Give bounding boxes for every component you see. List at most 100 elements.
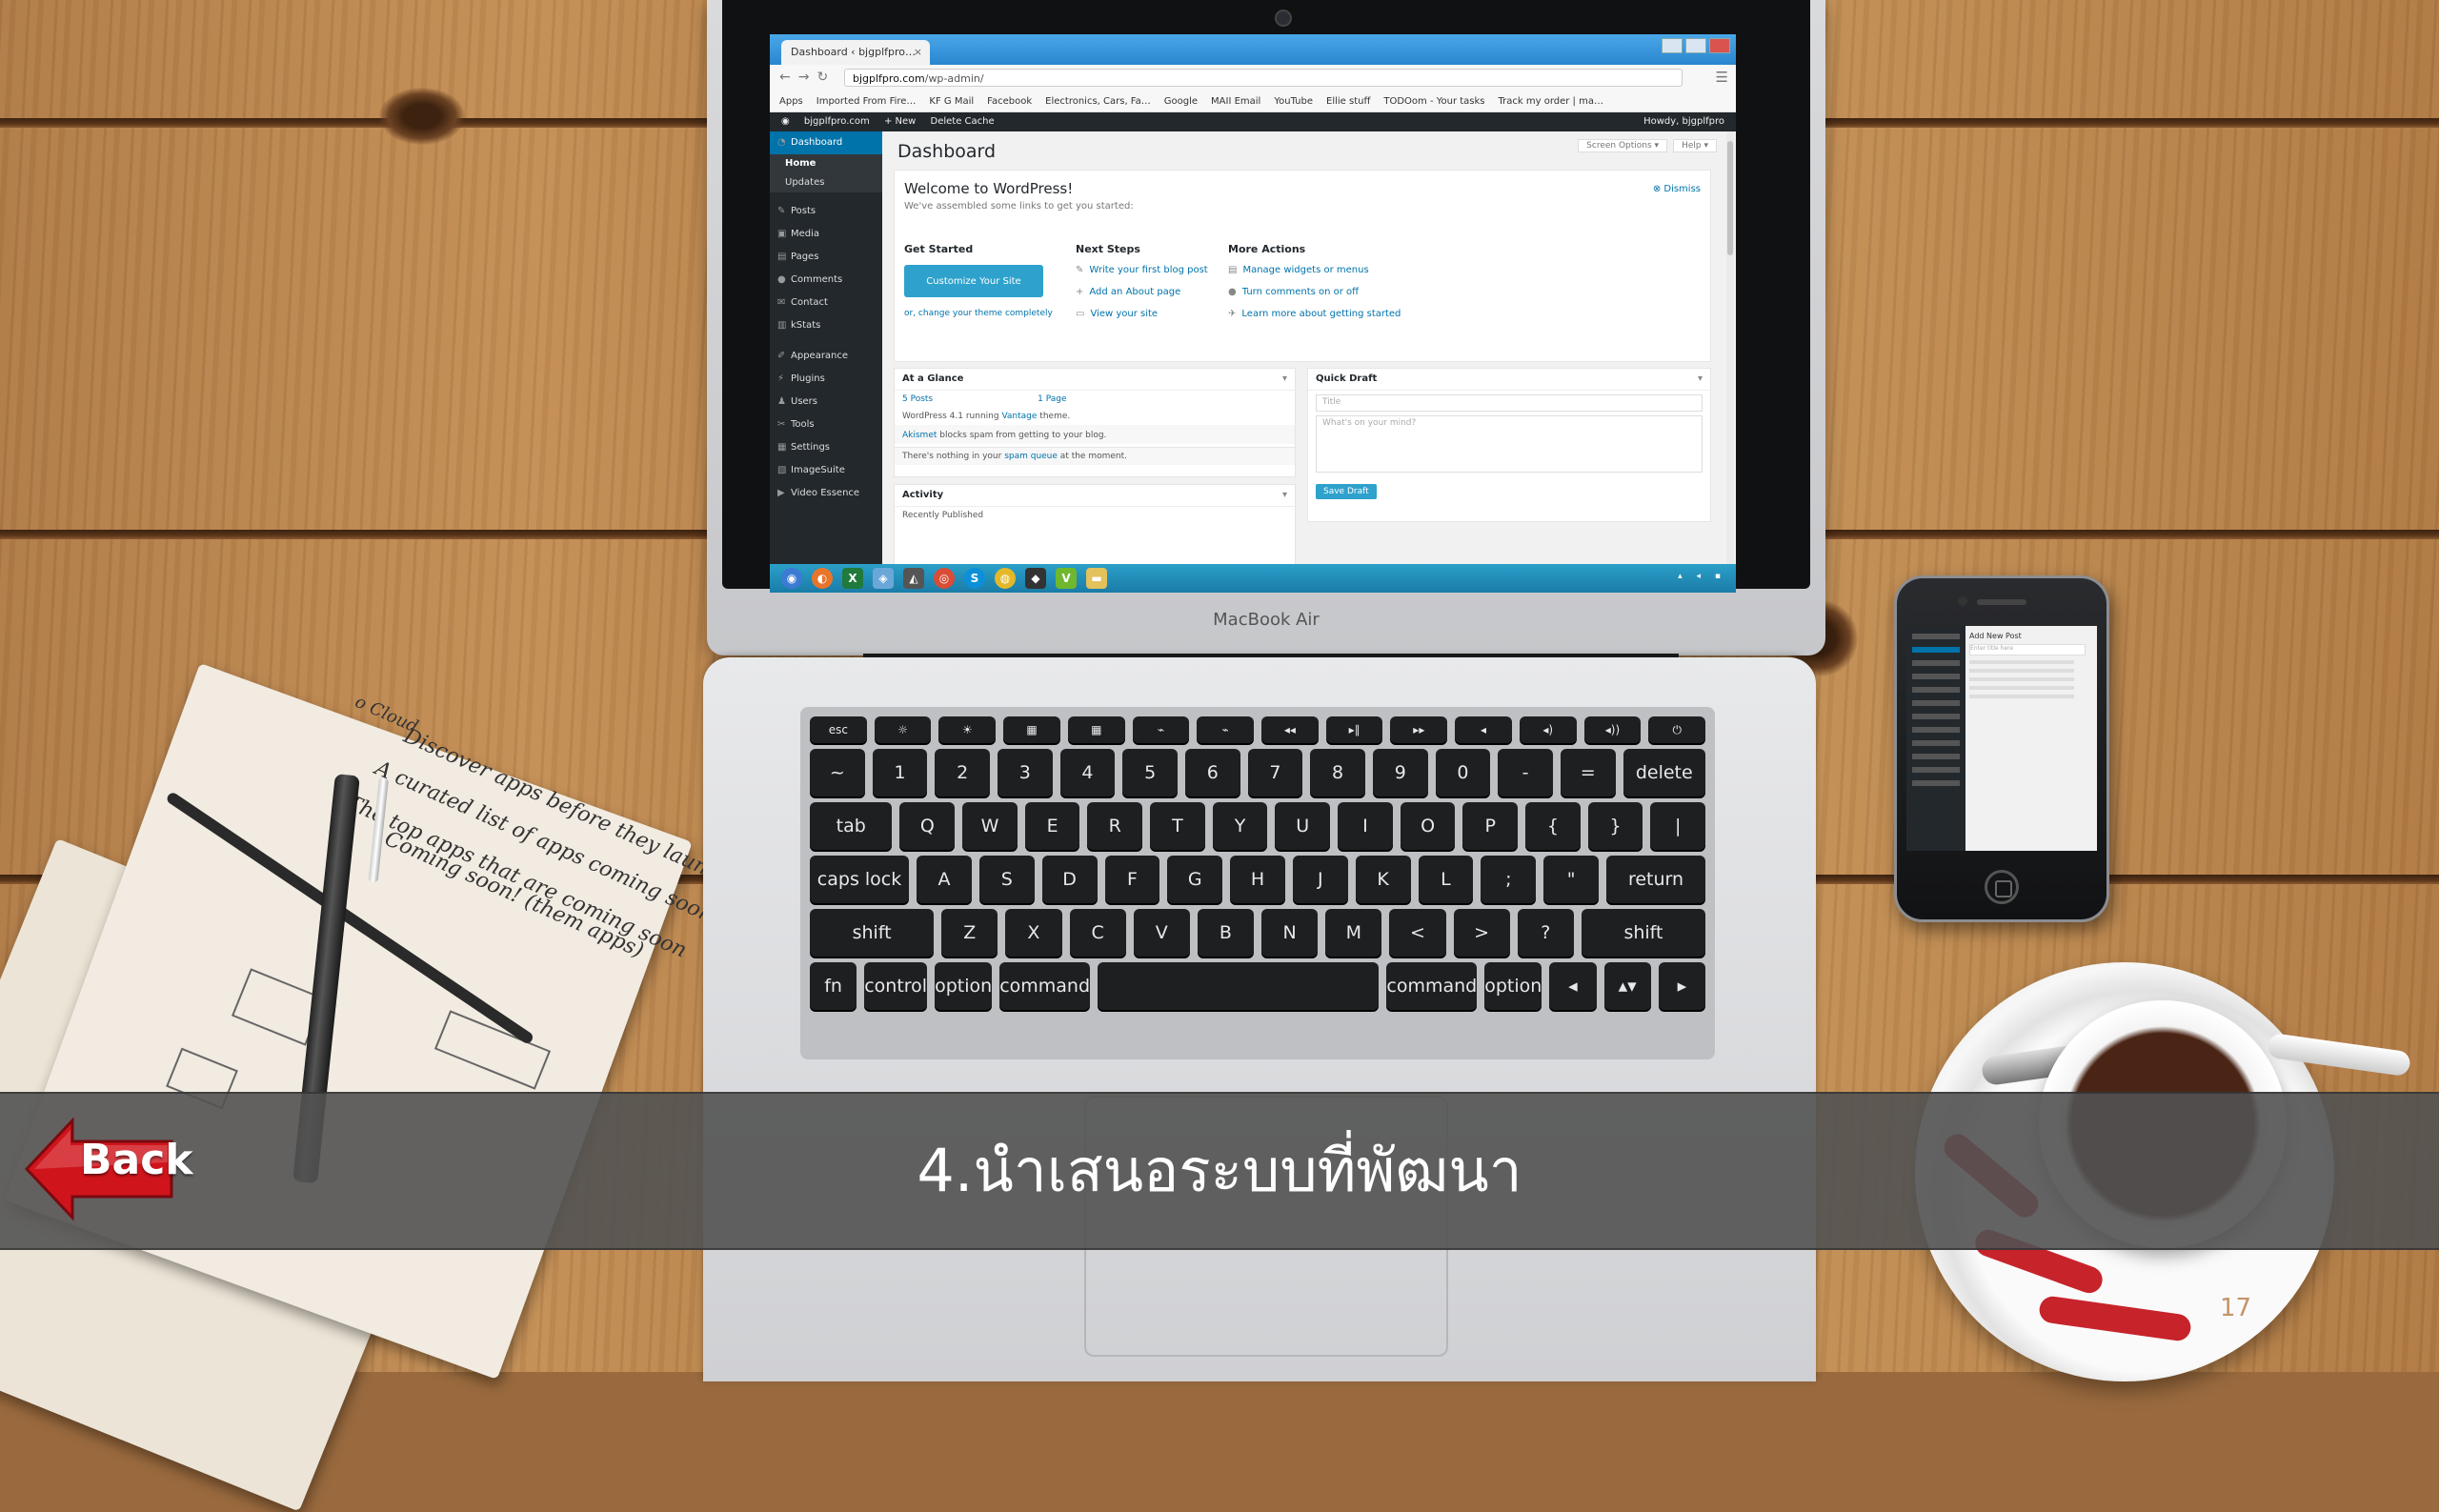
close-window-button[interactable] xyxy=(1709,38,1730,53)
sidebar-item-video-essence[interactable]: ▶ Video Essence xyxy=(770,482,882,505)
sidebar-subitem-home[interactable]: Home xyxy=(770,154,882,173)
sidebar-item-settings[interactable]: ▦ Settings xyxy=(770,436,882,459)
bookmark-item[interactable]: Track my order | ma… xyxy=(1499,96,1603,107)
sidebar-item-contact[interactable]: ✉ Contact xyxy=(770,292,882,314)
sidebar-item-kstats[interactable]: ▥ kStats xyxy=(770,314,882,337)
caret-down-icon[interactable]: ▾ xyxy=(1698,369,1703,390)
minimize-button[interactable] xyxy=(1662,38,1683,53)
toggle-comments-link[interactable]: ● Turn comments on or off xyxy=(1228,287,1401,297)
back-button[interactable]: Back xyxy=(23,1115,193,1223)
draft-body-textarea[interactable]: What's on your mind? xyxy=(1316,415,1703,473)
phone-heading: Add New Post xyxy=(1969,632,2022,640)
chrome-icon[interactable]: ◎ xyxy=(934,568,955,589)
at-a-glance-widget: At a Glance ▾ 5 Posts 1 Page WordPress 4.1… xyxy=(894,368,1296,448)
sidebar-item-comments[interactable]: ● Comments xyxy=(770,269,882,292)
write-post-link[interactable]: ✎ Write your first blog post xyxy=(1076,265,1208,275)
widget-header[interactable]: Quick Draft ▾ xyxy=(1308,369,1710,391)
app-icon[interactable]: ◆ xyxy=(1025,568,1046,589)
sidebar-item-pages[interactable]: ▤ Pages xyxy=(770,246,882,269)
caret-down-icon[interactable]: ▾ xyxy=(1282,485,1287,506)
network-icon[interactable]: ◈ xyxy=(873,568,894,589)
maximize-button[interactable] xyxy=(1685,38,1706,53)
laptop-base: esc ☼ ☀ ▦ ▦ ⌁ ⌁ ◂◂ ▸∥ ▸▸ ◂ ◂) ◂)) ⏻ ~1 2 3 4 5 6 7 8 9 0- = dele… xyxy=(703,657,1816,1381)
help-button[interactable]: Help ▾ xyxy=(1673,139,1717,152)
sidebar-item-media[interactable]: ▣ Media xyxy=(770,223,882,246)
tray-icons: ▴ ◂ ▪ xyxy=(1678,572,1726,581)
key: C xyxy=(1069,909,1126,957)
wood-knot xyxy=(379,88,465,145)
sidebar-item-tools[interactable]: ✂ Tools xyxy=(770,413,882,436)
scrollbar-thumb[interactable] xyxy=(1727,141,1733,255)
caret-down-icon[interactable]: ▾ xyxy=(1282,369,1287,390)
bookmark-item[interactable]: Imported From Fire… xyxy=(816,96,917,107)
back-arrow-icon[interactable]: ← xyxy=(779,70,798,85)
vlc-icon[interactable]: V xyxy=(1056,568,1077,589)
screen-options-button[interactable]: Screen Options ▾ xyxy=(1578,139,1668,152)
bookmark-item[interactable]: Facebook xyxy=(987,96,1032,107)
smartphone: Add New Post Enter title here xyxy=(1894,575,2109,922)
learn-more-link[interactable]: ✈ Learn more about getting started xyxy=(1228,309,1401,319)
photo-icon[interactable]: ◭ xyxy=(903,568,924,589)
key: ◂ xyxy=(1549,962,1597,1010)
admin-bar-delete-cache[interactable]: Delete Cache xyxy=(931,116,995,127)
bookmark-item[interactable]: MAII Email xyxy=(1211,96,1260,107)
key: return xyxy=(1606,856,1706,903)
firefox-icon[interactable]: ◐ xyxy=(812,568,833,589)
dismiss-link[interactable]: ⊗ Dismiss xyxy=(1653,184,1701,194)
stats-icon: ▥ xyxy=(777,320,787,331)
folder-icon[interactable]: ▬ xyxy=(1086,568,1107,589)
page-scrollbar[interactable] xyxy=(1726,131,1734,579)
bookmark-item[interactable]: Ellie stuff xyxy=(1326,96,1370,107)
bookmark-item[interactable]: TODOom - Your tasks xyxy=(1383,96,1484,107)
key: - xyxy=(1498,749,1553,796)
manage-widgets-link[interactable]: ▤ Manage widgets or menus xyxy=(1228,265,1401,275)
close-tab-icon[interactable]: × xyxy=(914,40,922,65)
reload-icon[interactable]: ↻ xyxy=(816,70,836,85)
bookmark-item[interactable]: Apps xyxy=(779,96,803,107)
admin-bar-howdy[interactable]: Howdy, bjgplfpro xyxy=(1643,112,1724,131)
url-input[interactable]: bjgplfpro.com/wp-admin/ xyxy=(844,69,1683,87)
view-site-link[interactable]: ▭ View your site xyxy=(1076,309,1208,319)
browser-tab[interactable]: Dashboard ‹ bjgplfpro… × xyxy=(781,40,930,65)
spam-queue-link[interactable]: spam queue xyxy=(1004,452,1058,461)
window-controls xyxy=(1662,38,1730,53)
bookmark-item[interactable]: Google xyxy=(1164,96,1198,107)
save-draft-button[interactable]: Save Draft xyxy=(1316,484,1377,499)
wp-logo-icon[interactable]: ◉ xyxy=(781,116,790,127)
phone-home-button xyxy=(1985,870,2019,904)
browser-menu-icon[interactable]: ☰ xyxy=(1716,69,1728,86)
start-icon[interactable]: ◉ xyxy=(781,568,802,589)
pages-count-link[interactable]: 1 Page xyxy=(1038,394,1066,404)
browser-icon[interactable]: ◍ xyxy=(995,568,1016,589)
akismet-link[interactable]: Akismet xyxy=(902,431,937,440)
bookmark-item[interactable]: YouTube xyxy=(1274,96,1313,107)
key: W xyxy=(962,802,1018,850)
theme-link[interactable]: Vantage xyxy=(1001,412,1037,421)
key: 3 xyxy=(997,749,1053,796)
sidebar-item-posts[interactable]: ✎ Posts xyxy=(770,200,882,223)
widget-header[interactable]: Activity ▾ xyxy=(895,485,1295,507)
sidebar-item-appearance[interactable]: ✐ Appearance xyxy=(770,345,882,368)
sidebar-item-plugins[interactable]: ⚡ Plugins xyxy=(770,368,882,391)
sidebar-subitem-updates[interactable]: Updates xyxy=(770,173,882,192)
admin-bar-site[interactable]: bjgplfpro.com xyxy=(804,116,870,127)
change-theme-link[interactable]: or, change your theme completely xyxy=(904,309,1053,318)
admin-bar-new[interactable]: + New xyxy=(884,116,916,127)
draft-title-input[interactable]: Title xyxy=(1316,394,1703,412)
sidebar-item-label: Pages xyxy=(791,252,819,262)
bookmark-item[interactable]: Electronics, Cars, Fa… xyxy=(1045,96,1151,107)
posts-count-link[interactable]: 5 Posts xyxy=(902,394,933,404)
sidebar-item-imagesuite[interactable]: ▧ ImageSuite xyxy=(770,459,882,482)
forward-arrow-icon[interactable]: → xyxy=(798,70,817,85)
excel-icon[interactable]: X xyxy=(842,568,863,589)
skype-icon[interactable]: S xyxy=(964,568,985,589)
phone-menu-item xyxy=(1912,754,1960,759)
add-about-link[interactable]: + Add an About page xyxy=(1076,287,1208,297)
customize-site-button[interactable]: Customize Your Site xyxy=(904,265,1043,297)
sidebar-item-users[interactable]: ♟ Users xyxy=(770,391,882,413)
bookmark-item[interactable]: KF G Mail xyxy=(929,96,974,107)
phone-bar xyxy=(1969,669,2074,673)
key: U xyxy=(1275,802,1331,850)
widget-header[interactable]: At a Glance ▾ xyxy=(895,369,1295,391)
sidebar-item-dashboard[interactable]: ◔ Dashboard xyxy=(770,131,882,154)
